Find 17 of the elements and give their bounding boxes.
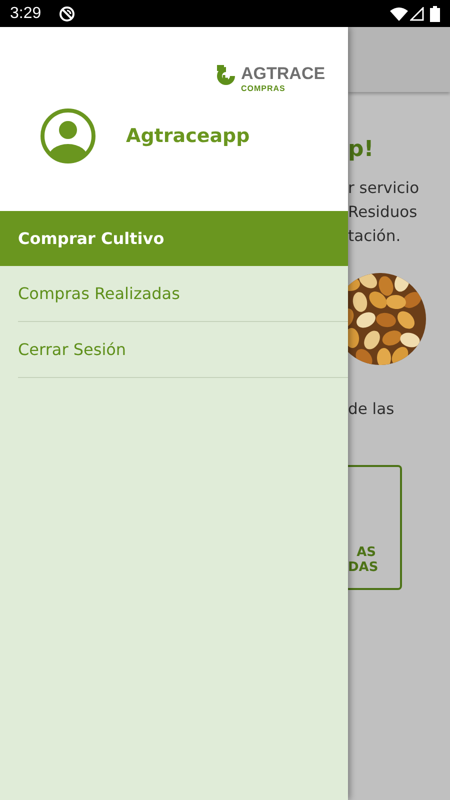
body-text: de las <box>348 399 396 420</box>
menu-item[interactable]: Cerrar Sesión <box>0 322 348 377</box>
menu-item[interactable]: Comprar Cultivo <box>0 211 348 266</box>
clock: 3:29 <box>10 4 42 22</box>
logo-subtitle: COMPRAS <box>241 84 286 93</box>
sync-off-icon <box>59 6 76 22</box>
user-name: Agtraceapp <box>126 125 250 147</box>
page-title: p! <box>348 136 375 164</box>
wifi-icon <box>390 6 408 20</box>
battery-icon <box>430 6 440 22</box>
avatar-icon <box>40 108 96 164</box>
body-text: r servicio Residuos tación. <box>348 178 420 247</box>
signal-icon <box>410 6 424 20</box>
logo-icon <box>215 65 237 87</box>
outlined-button[interactable]: AS DAS <box>348 465 402 590</box>
menu-item[interactable]: Compras Realizadas <box>0 266 348 321</box>
logo-text: AGTRACE <box>241 65 326 83</box>
